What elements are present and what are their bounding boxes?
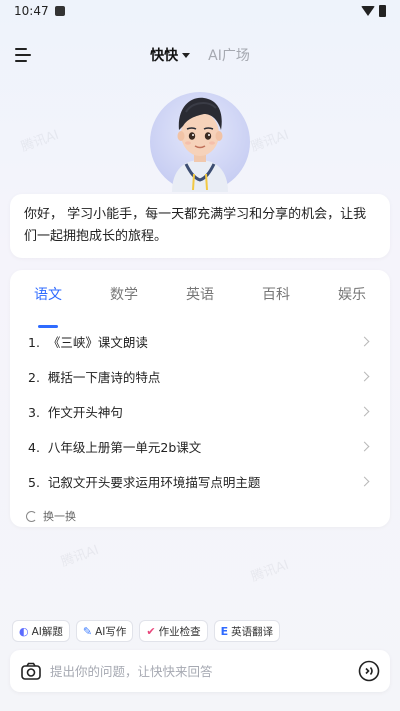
ai-write-button[interactable]: ✎ AI写作 [75,620,134,642]
topic-item[interactable]: 3. 作文开头神句 [24,394,376,429]
status-bar: 10:47 [0,0,400,22]
topic-text: 5. 记叙文开头要求运用环境描写点明主题 [28,475,261,490]
subject-tab-encyclopedia[interactable]: 百科 [262,284,290,316]
tool-label: AI解题 [31,625,63,638]
status-left: 10:47 [14,4,65,18]
notification-app-icon [54,6,65,16]
status-time: 10:47 [14,4,49,18]
topic-text: 1. 《三峡》课文朗读 [28,335,148,350]
check-icon: ✔ [146,624,156,638]
chevron-right-icon [359,406,370,417]
chevron-right-icon [359,336,370,347]
watermark: 腾讯AI [249,127,291,156]
topic-text: 2. 概括一下唐诗的特点 [28,370,161,385]
tab-kuaikuai-label: 快快 [150,48,179,64]
wifi-icon [361,6,375,16]
boy-avatar-icon [172,97,228,192]
subject-tab-english[interactable]: 英语 [186,284,214,316]
topic-item[interactable]: 1. 《三峡》课文朗读 [24,324,376,359]
status-right [361,5,386,17]
camera-icon[interactable] [20,660,42,682]
chevron-right-icon [359,476,370,487]
assistant-avatar [150,82,250,192]
topic-text: 4. 八年级上册第一单元2b课文 [28,440,202,455]
caret-down-icon [182,52,191,58]
tool-label: AI写作 [95,625,127,638]
tab-ai-square[interactable]: AI广场 [208,45,250,65]
topics-card: 语文 数学 英语 百科 娱乐 1. 《三峡》课文朗读 2. 概括一下唐诗的特点 … [10,270,390,527]
subject-tab-math[interactable]: 数学 [110,284,138,316]
ai-solve-button[interactable]: ◐ AI解题 [12,620,70,642]
question-input[interactable] [50,663,350,679]
tab-kuaikuai[interactable]: 快快 [150,45,191,65]
header-tabs: 快快 AI广场 [150,45,250,65]
topic-list: 1. 《三峡》课文朗读 2. 概括一下唐诗的特点 3. 作文开头神句 4. 八年… [24,324,376,499]
app-header: 快快 AI广场 [0,40,400,70]
refresh-label: 换一换 [43,510,76,523]
voice-input-icon[interactable] [358,660,380,682]
watermark: 腾讯AI [19,127,61,156]
topic-item[interactable]: 2. 概括一下唐诗的特点 [24,359,376,394]
translate-icon: E [220,624,229,638]
subject-tab-chinese[interactable]: 语文 [34,284,62,328]
chevron-right-icon [359,441,370,452]
topic-item[interactable]: 4. 八年级上册第一单元2b课文 [24,429,376,464]
tool-chips: ◐ AI解题 ✎ AI写作 ✔ 作业检查 E 英语翻译 [12,620,281,642]
topic-text: 3. 作文开头神句 [28,405,123,420]
menu-icon[interactable] [15,48,31,62]
battery-icon [379,5,386,17]
greeting-card: 你好， 学习小能手，每一天都充满学习和分享的机会，让我们一起拥抱成长的旅程。 [10,194,390,258]
refresh-icon [26,510,37,522]
subject-tabs: 语文 数学 英语 百科 娱乐 [24,270,376,328]
refresh-button[interactable]: 换一换 [24,503,376,529]
topic-item[interactable]: 5. 记叙文开头要求运用环境描写点明主题 [24,464,376,499]
ai-write-icon: ✎ [82,624,93,638]
watermark: 腾讯AI [249,557,291,586]
english-translate-button[interactable]: E 英语翻译 [213,620,281,642]
watermark: 腾讯AI [59,542,101,571]
tool-label: 英语翻译 [231,625,274,638]
homework-check-button[interactable]: ✔ 作业检查 [139,620,208,642]
subject-tab-entertainment[interactable]: 娱乐 [338,284,366,316]
chevron-right-icon [359,371,370,382]
ai-solve-icon: ◐ [19,624,29,638]
question-input-bar [10,650,390,692]
tool-label: 作业检查 [158,625,201,638]
